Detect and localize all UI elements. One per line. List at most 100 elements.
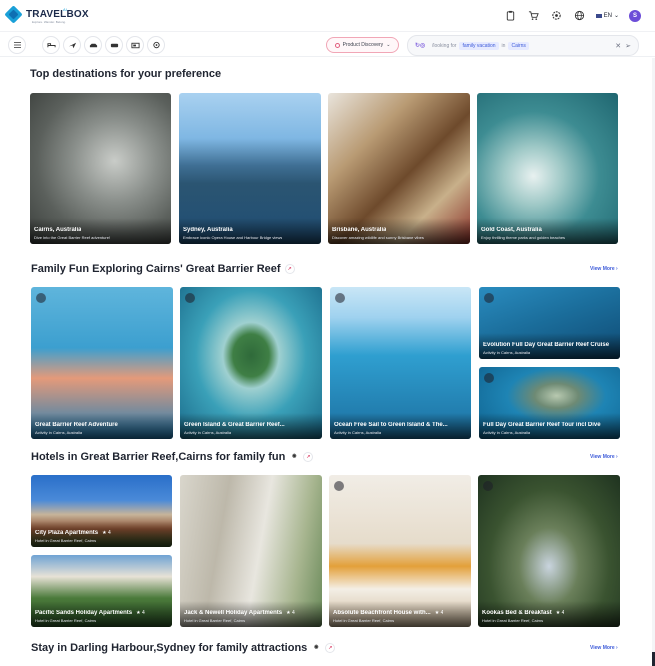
header-actions: EN ⌄ S [504,9,641,22]
camera-icon [483,481,493,491]
car-category-icon[interactable] [84,36,102,54]
section-title-text: Family Fun Exploring Cairns' Great Barri… [31,263,281,275]
chevron-right-icon: › [616,454,618,460]
logo-icon [4,5,23,24]
activity-card[interactable]: Green Island & Great Barrier Reef... Act… [180,287,322,439]
eye-icon[interactable]: ◉ [311,643,321,653]
search-chip-location[interactable]: Cairns [508,41,529,50]
activity-title: Green Island & Great Barrier Reef... [184,422,285,428]
camera-icon [185,293,195,303]
destination-card[interactable]: Cairns, Australia Dive into the Great Ba… [30,93,171,244]
activity-title: Evolution Full Day Great Barrier Reef Cr… [483,342,610,348]
top-bar: TRAVELBOX AI Explore. Wander. Belong. EN… [0,0,655,31]
ai-sparkle-icon[interactable]: ↗ [303,452,314,463]
product-discovery-button[interactable]: Product Discovery ⌄ [326,37,399,53]
search-bar[interactable]: ↻◎ /looking for family vacation in Cairn… [407,35,639,56]
destination-title: Cairns, Australia [34,227,82,233]
hotel-name: Kookas Bed & Breakfast [482,610,552,616]
hotel-category-icon[interactable] [42,36,60,54]
clipboard-icon[interactable] [504,9,517,22]
eye-icon[interactable]: ◉ [289,452,299,462]
activity-subtitle: Activity in Cairns, Australia [483,430,531,435]
product-discovery-label: Product Discovery [342,42,384,48]
brand-name: TRAVELBOX [26,9,89,20]
rating-value: 4 [561,610,565,616]
destination-subtitle: Enjoy thrilling theme parks and golden b… [481,235,566,240]
globe-icon[interactable] [573,9,586,22]
hotel-card[interactable]: Absolute Beachfront House with... ★ 4 Hot… [329,475,471,627]
hotel-card[interactable]: Jack & Newell Holiday Apartments ★ 4 Hote… [180,475,322,627]
activity-subtitle: Activity in Cairns, Australia [184,430,232,435]
section-title-text: Hotels in Great Barrier Reef,Cairns for … [31,451,286,463]
view-more-label: View More [590,266,615,272]
hotel-card[interactable]: Pacific Sands Holiday Apartments ★ 4 Hote… [31,555,172,627]
hotel-name: Pacific Sands Holiday Apartments [35,610,133,616]
brand-logo[interactable]: TRAVELBOX AI Explore. Wander. Belong. [4,5,89,24]
activity-card[interactable]: Full Day Great Barrier Reef Tour incl Di… [479,367,620,439]
hotel-title: Absolute Beachfront House with... ★ 4 [333,610,443,616]
language-label: EN [603,12,612,19]
brand-badge: AI [63,7,67,12]
hotel-card[interactable]: City Plaza Apartments ★ 4 Hotel in Great … [31,475,172,547]
brand-tagline: Explore. Wander. Belong. [32,20,66,24]
hotel-name: City Plaza Apartments [35,530,99,536]
send-icon[interactable]: ➢ [625,42,631,50]
ai-sparkle-icon[interactable]: ↗ [284,264,295,275]
destination-card[interactable]: Brisbane, Australia Discover amazing wil… [328,93,470,244]
hotel-subtitle: Hotel in Great Barrier Reef, Cairns [184,618,246,623]
destination-title: Brisbane, Australia [332,227,387,233]
view-more-link[interactable]: View More › [590,645,618,651]
cart-icon[interactable] [527,9,540,22]
destination-subtitle: Dive into the Great Barrier Reef adventu… [34,235,111,240]
camera-icon [36,293,46,303]
camera-icon [335,293,345,303]
hotel-title: Pacific Sands Holiday Apartments ★ 4 [35,610,145,616]
category-icons [42,36,165,54]
hamburger-icon [13,42,21,48]
section-title-hotels: Hotels in Great Barrier Reef,Cairns for … [31,451,314,463]
ticket-category-icon[interactable] [126,36,144,54]
view-more-link[interactable]: View More › [590,266,618,272]
destination-card[interactable]: Gold Coast, Australia Enjoy thrilling th… [477,93,618,244]
clear-icon[interactable]: ✕ [615,42,621,50]
destination-subtitle: Embrace iconic Opera House and Harbour B… [183,235,283,240]
hotel-card[interactable]: Kookas Bed & Breakfast ★ 4 Hotel in Great… [478,475,620,627]
view-more-label: View More [590,645,615,651]
rating: ★ 4 [102,530,111,536]
flight-category-icon[interactable] [63,36,81,54]
hotel-title: Jack & Newell Holiday Apartments ★ 4 [184,610,295,616]
language-selector[interactable]: EN ⌄ [595,12,619,19]
ai-icon: ↻◎ [415,42,426,49]
activity-card[interactable]: Ocean Free Sail to Green Island & The...… [330,287,471,439]
section-title-text: Stay in Darling Harbour,Sydney for famil… [31,642,308,654]
view-more-link[interactable]: View More › [590,454,618,460]
rating: ★ 4 [555,610,565,616]
location-category-icon[interactable] [147,36,165,54]
search-prefix: /looking for [432,42,457,49]
destination-title: Sydney, Australia [183,227,233,233]
ai-sparkle-icon[interactable]: ↗ [325,643,336,654]
view-more-label: View More [590,454,615,460]
settings-icon[interactable] [550,9,563,22]
nav-row: Product Discovery ⌄ ↻◎ /looking for fami… [0,31,655,57]
destination-card[interactable]: Sydney, Australia Embrace iconic Opera H… [179,93,321,244]
activity-card[interactable]: Evolution Full Day Great Barrier Reef Cr… [479,287,620,359]
chevron-right-icon: › [616,266,618,272]
search-query[interactable]: /looking for family vacation in Cairns [432,41,611,50]
rating-value: 4 [440,610,444,616]
camera-icon [484,293,494,303]
destination-title: Gold Coast, Australia [481,227,542,233]
menu-button[interactable] [8,36,26,54]
transfer-category-icon[interactable] [105,36,123,54]
search-chip-intent[interactable]: family vacation [459,41,499,50]
avatar[interactable]: S [629,9,641,22]
rating-value: 4 [142,610,145,616]
activity-title: Full Day Great Barrier Reef Tour incl Di… [483,422,601,428]
hotel-title: Kookas Bed & Breakfast ★ 4 [482,610,564,616]
activity-card[interactable]: Great Barrier Reef Adventure Activity in… [31,287,173,439]
section-title-darling-harbour: Stay in Darling Harbour,Sydney for famil… [31,642,336,654]
hotel-name: Jack & Newell Holiday Apartments [184,610,283,616]
section-title-family-fun: Family Fun Exploring Cairns' Great Barri… [31,263,295,275]
rating-value: 4 [292,610,295,616]
search-connector: in [501,42,506,49]
